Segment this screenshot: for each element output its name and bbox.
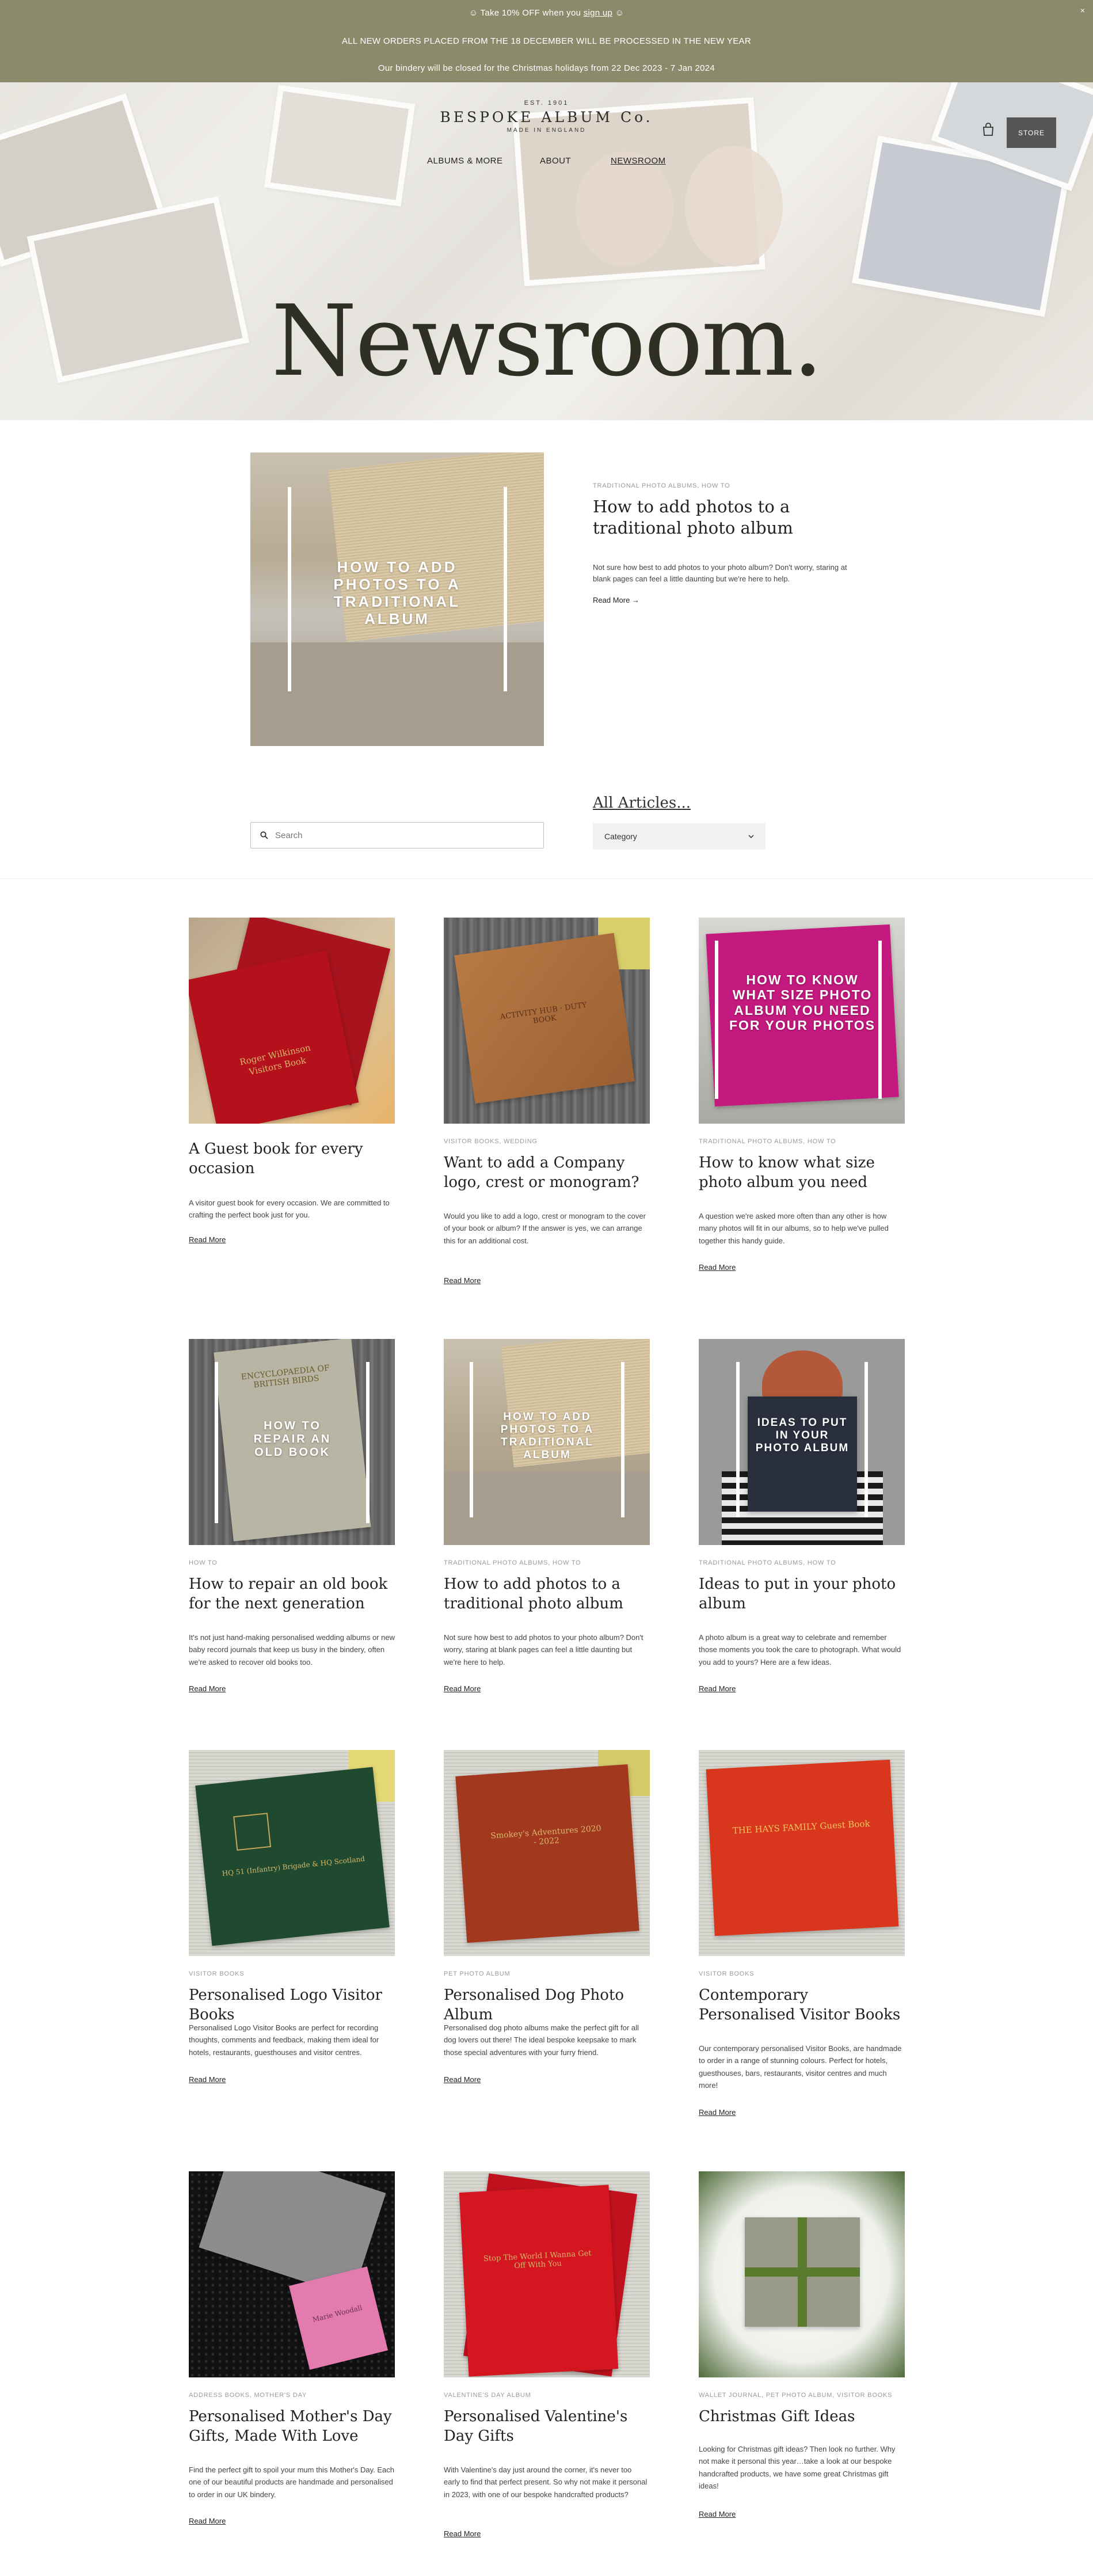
search-icon bbox=[260, 831, 268, 839]
article-thumbnail[interactable]: Stop The World I Wanna Get Off With You bbox=[444, 2171, 650, 2377]
featured-title[interactable]: How to add photos to a traditional photo… bbox=[593, 496, 858, 539]
featured-read-more-link[interactable]: Read More → bbox=[593, 596, 639, 604]
site-logo[interactable]: EST. 1901 BESPOKE ALBUM Co. MADE IN ENGL… bbox=[0, 100, 1093, 134]
article-excerpt: Looking for Christmas gift ideas? Then l… bbox=[699, 2445, 896, 2491]
signup-link[interactable]: sign up bbox=[584, 8, 612, 18]
nav-about[interactable]: ABOUT bbox=[540, 156, 571, 166]
nav-newsroom[interactable]: NEWSROOM bbox=[611, 156, 666, 166]
read-more-link[interactable]: Read More bbox=[444, 2529, 481, 2538]
read-more-link[interactable]: Read More bbox=[699, 2108, 736, 2117]
read-more-link[interactable]: Read More bbox=[444, 1684, 481, 1693]
read-more-link[interactable]: Read More bbox=[444, 1276, 481, 1285]
article-thumbnail[interactable]: ACTIVITY HUB · DUTY BOOK bbox=[444, 918, 650, 1124]
article-title[interactable]: Contemporary Personalised Visitor Books bbox=[699, 1986, 905, 2025]
article-excerpt: Would you like to add a logo, crest or m… bbox=[444, 1212, 646, 1245]
announcement-processing: ALL NEW ORDERS PLACED FROM THE 18 DECEMB… bbox=[341, 36, 751, 46]
section-divider bbox=[0, 878, 1093, 879]
article-excerpt: Not sure how best to add photos to your … bbox=[444, 1633, 643, 1666]
article-category[interactable]: VISITOR BOOKS, WEDDING bbox=[444, 1138, 538, 1145]
read-more-link[interactable]: Read More bbox=[189, 1235, 226, 1244]
article-thumbnail[interactable]: IDEAS TO PUT IN YOUR PHOTO ALBUM bbox=[699, 1339, 905, 1545]
featured-excerpt: Not sure how best to add photos to your … bbox=[593, 563, 847, 584]
read-more-link[interactable]: Read More bbox=[189, 2075, 226, 2084]
article-excerpt: Find the perfect gift to spoil your mum … bbox=[189, 2465, 394, 2499]
announcement-bar: ☺ Take 10% OFF when you sign up ☺ ALL NE… bbox=[0, 0, 1093, 82]
chevron-down-icon bbox=[748, 835, 754, 838]
article-thumbnail[interactable]: HOW TO ADD PHOTOS TO A TRADITIONAL ALBUM bbox=[444, 1339, 650, 1545]
nav-albums-more[interactable]: ALBUMS & MORE bbox=[427, 156, 503, 166]
article-thumbnail[interactable]: Roger Wilkinson Visitors Book bbox=[189, 918, 395, 1124]
article-title[interactable]: How to repair an old book for the next g… bbox=[189, 1575, 395, 1614]
read-more-link[interactable]: Read More bbox=[699, 2510, 736, 2518]
article-category[interactable]: TRADITIONAL PHOTO ALBUMS, HOW TO bbox=[699, 1559, 836, 1566]
article-thumbnail[interactable]: THE HAYS FAMILY Guest Book bbox=[699, 1750, 905, 1956]
article-category[interactable]: TRADITIONAL PHOTO ALBUMS, HOW TO bbox=[699, 1138, 836, 1145]
article-title[interactable]: How to add photos to a traditional photo… bbox=[444, 1575, 650, 1614]
article-category[interactable]: ADDRESS BOOKS, MOTHER'S DAY bbox=[189, 2392, 307, 2399]
article-category[interactable]: VISITOR BOOKS bbox=[189, 1970, 244, 1977]
read-more-link[interactable]: Read More bbox=[444, 2075, 481, 2084]
article-thumbnail[interactable] bbox=[699, 2171, 905, 2377]
read-more-link[interactable]: Read More bbox=[189, 1684, 226, 1693]
store-button[interactable]: STORE bbox=[1007, 117, 1056, 148]
article-title[interactable]: Ideas to put in your photo album bbox=[699, 1575, 905, 1614]
article-category[interactable]: VISITOR BOOKS bbox=[699, 1970, 754, 1977]
article-excerpt: With Valentine's day just around the cor… bbox=[444, 2465, 648, 2499]
read-more-link[interactable]: Read More bbox=[189, 2517, 226, 2525]
read-more-link[interactable]: Read More bbox=[699, 1684, 736, 1693]
close-announcement-icon[interactable]: × bbox=[1080, 6, 1085, 15]
featured-category[interactable]: TRADITIONAL PHOTO ALBUMS, HOW TO bbox=[593, 482, 730, 489]
category-select-label: Category bbox=[604, 832, 637, 841]
article-title[interactable]: Personalised Valentine's Day Gifts bbox=[444, 2407, 650, 2446]
article-thumbnail[interactable]: ENCYCLOPAEDIA OF BRITISH BIRDS HOW TO RE… bbox=[189, 1339, 395, 1545]
article-excerpt: A visitor guest book for every occasion.… bbox=[189, 1198, 390, 1220]
read-more-link[interactable]: Read More bbox=[699, 1263, 736, 1272]
article-excerpt: A photo album is a great way to celebrat… bbox=[699, 1633, 901, 1666]
page-title: Newsroom. bbox=[271, 284, 823, 398]
article-thumbnail[interactable]: Marie Woodall bbox=[189, 2171, 395, 2377]
bag-icon[interactable] bbox=[982, 123, 995, 136]
article-category[interactable]: HOW TO bbox=[189, 1559, 218, 1566]
article-title[interactable]: Personalised Logo Visitor Books bbox=[189, 1986, 395, 2025]
article-excerpt: It's not just hand-making personalised w… bbox=[189, 1633, 395, 1666]
article-excerpt: Personalised Logo Visitor Books are perf… bbox=[189, 2023, 379, 2057]
article-excerpt: Personalised dog photo albums make the p… bbox=[444, 2023, 639, 2057]
search-input[interactable] bbox=[275, 830, 528, 840]
announcement-discount: ☺ Take 10% OFF when you sign up ☺ bbox=[469, 8, 624, 18]
search-box[interactable] bbox=[250, 822, 544, 848]
article-excerpt: A question we're asked more often than a… bbox=[699, 1212, 889, 1245]
article-title[interactable]: A Guest book for every occasion bbox=[189, 1140, 395, 1179]
featured-overlay-title: HOW TO ADD PHOTOS TO A TRADITIONAL ALBUM bbox=[333, 558, 461, 627]
category-select[interactable]: Category bbox=[593, 823, 766, 850]
all-articles-heading[interactable]: All Articles... bbox=[593, 794, 691, 812]
article-thumbnail[interactable]: HOW TO KNOW WHAT SIZE PHOTO ALBUM YOU NE… bbox=[699, 918, 905, 1124]
featured-article-image[interactable]: HOW TO ADD PHOTOS TO A TRADITIONAL ALBUM bbox=[250, 452, 544, 746]
article-category[interactable]: WALLET JOURNAL, PET PHOTO ALBUM, VISITOR… bbox=[699, 2392, 892, 2399]
announcement-holiday: Our bindery will be closed for the Chris… bbox=[378, 63, 715, 73]
article-title[interactable]: How to know what size photo album you ne… bbox=[699, 1154, 905, 1193]
article-title[interactable]: Personalised Mother's Day Gifts, Made Wi… bbox=[189, 2407, 395, 2446]
article-category[interactable]: VALENTINE'S DAY ALBUM bbox=[444, 2392, 531, 2399]
article-title[interactable]: Personalised Dog Photo Album bbox=[444, 1986, 650, 2025]
article-title[interactable]: Want to add a Company logo, crest or mon… bbox=[444, 1154, 650, 1193]
article-category[interactable]: PET PHOTO ALBUM bbox=[444, 1970, 511, 1977]
article-excerpt: Our contemporary personalised Visitor Bo… bbox=[699, 2044, 902, 2090]
article-title[interactable]: Christmas Gift Ideas bbox=[699, 2407, 905, 2427]
article-thumbnail[interactable]: HQ 51 (Infantry) Brigade & HQ Scotland bbox=[189, 1750, 395, 1956]
article-thumbnail[interactable]: Smokey's Adventures 2020 - 2022 bbox=[444, 1750, 650, 1956]
article-category[interactable]: TRADITIONAL PHOTO ALBUMS, HOW TO bbox=[444, 1559, 581, 1566]
